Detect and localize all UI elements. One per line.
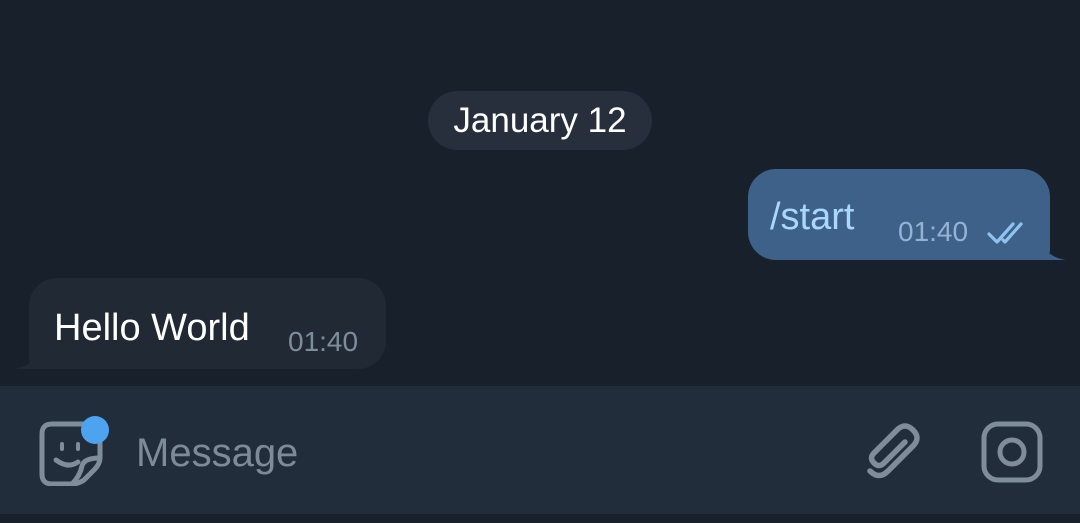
bottom-strip: [0, 514, 1080, 523]
double-check-icon: [987, 222, 1023, 244]
outgoing-message-text: /start: [770, 196, 855, 238]
incoming-bubble-tail: [14, 345, 40, 369]
date-separator: January 12: [428, 91, 652, 150]
incoming-message-text: Hello World: [54, 307, 250, 349]
outgoing-message-time: 01:40: [898, 216, 969, 247]
attach-icon[interactable]: [860, 420, 922, 484]
camera-icon[interactable]: [980, 420, 1044, 484]
incoming-message-time: 01:40: [288, 326, 359, 357]
outgoing-bubble-tail: [1040, 236, 1066, 260]
message-input[interactable]: [136, 424, 776, 482]
new-stickers-badge: [81, 416, 109, 444]
